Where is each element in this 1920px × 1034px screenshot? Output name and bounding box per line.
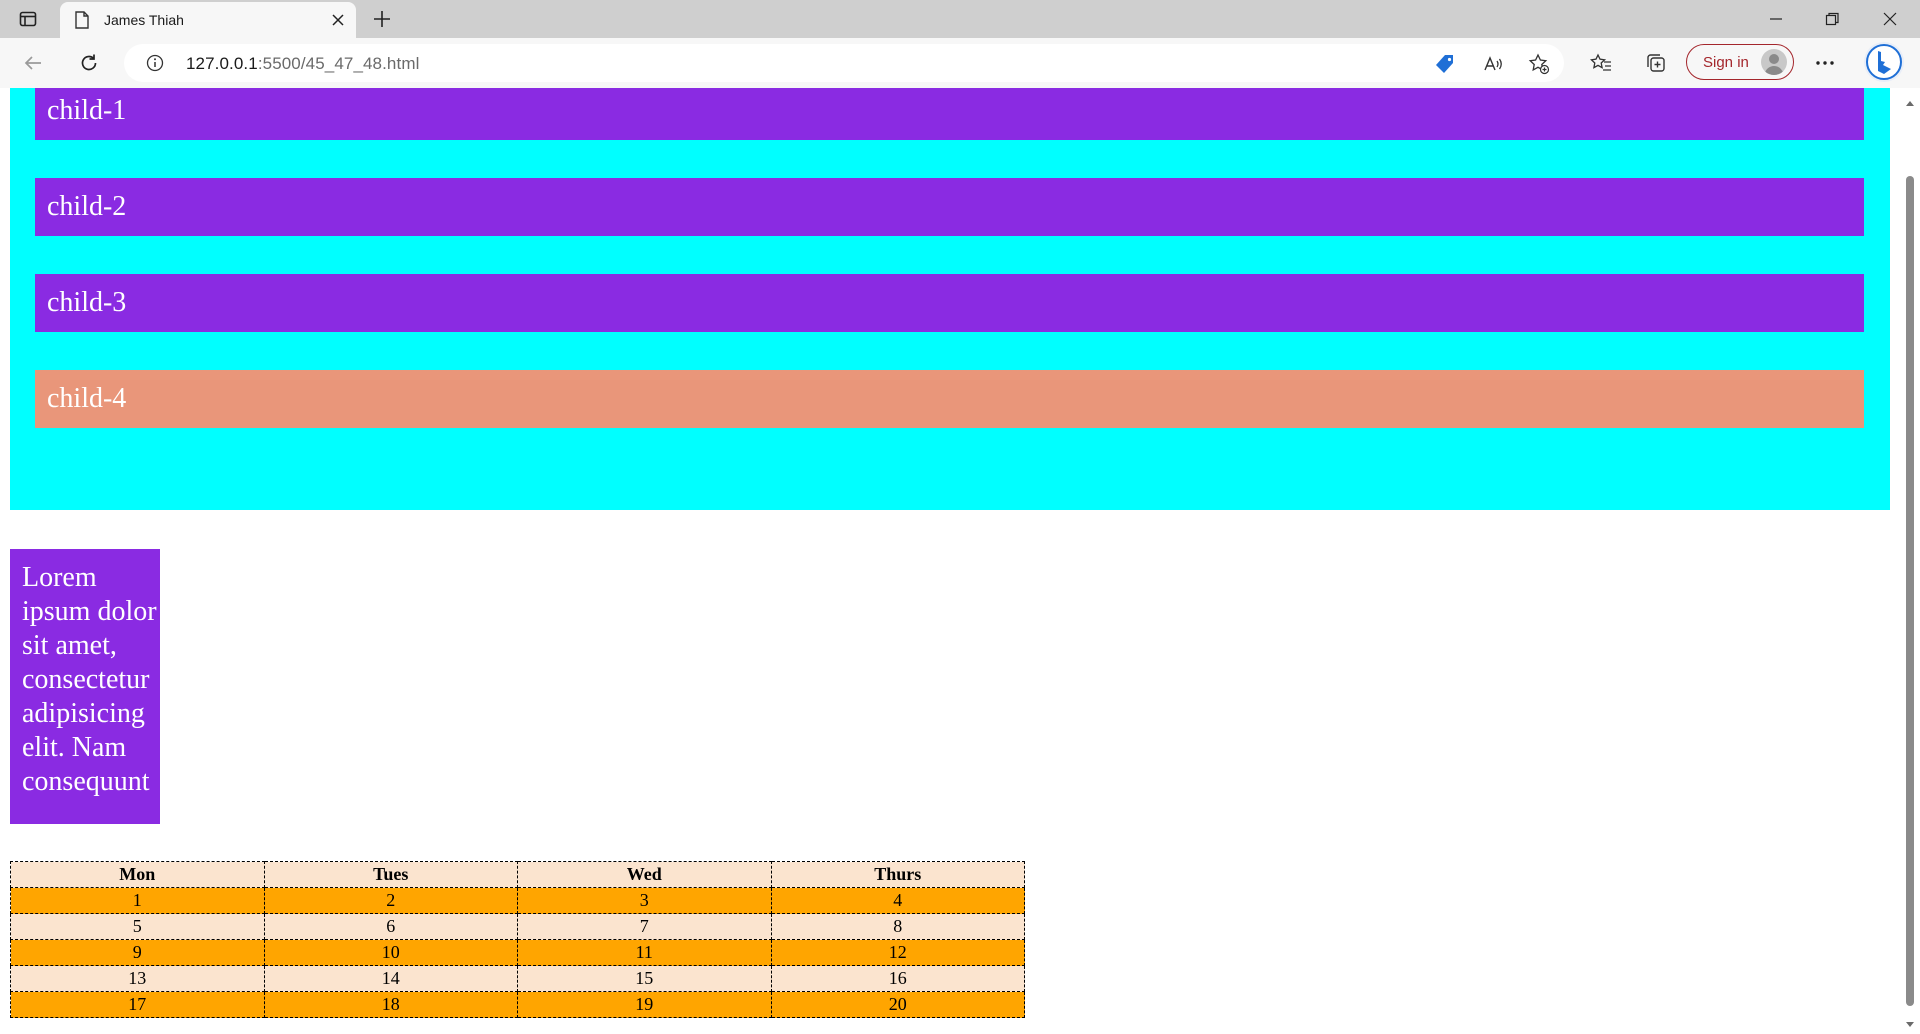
- bing-icon[interactable]: [1864, 42, 1904, 82]
- plus-icon[interactable]: [372, 9, 392, 29]
- back-arrow-icon[interactable]: [22, 52, 44, 74]
- lorem-box: Lorem ipsum dolor sit amet, consectetur …: [10, 549, 160, 824]
- table-cell: 15: [517, 965, 772, 992]
- table-cell: 11: [517, 939, 772, 966]
- reload-icon[interactable]: [78, 52, 100, 74]
- table-cell: 12: [770, 939, 1025, 966]
- table-cell: 8: [770, 913, 1025, 940]
- scrollbar[interactable]: [1900, 88, 1920, 1030]
- child-box-3: child-3: [35, 274, 1864, 332]
- table-row: 5 6 7 8: [10, 913, 1025, 940]
- favorites-icon[interactable]: [1589, 52, 1612, 74]
- url-text: 127.0.0.1:5500/45_47_48.html: [186, 54, 419, 74]
- restore-icon[interactable]: [1822, 9, 1842, 29]
- window-close-icon[interactable]: [1880, 9, 1900, 29]
- sign-in-label: Sign in: [1703, 54, 1749, 71]
- address-bar: 127.0.0.1:5500/45_47_48.html Sign in: [0, 38, 1920, 88]
- tab-title: James Thiah: [104, 12, 184, 28]
- table-header-cell: Thurs: [770, 861, 1025, 888]
- browser-tab[interactable]: James Thiah: [60, 2, 356, 38]
- document-icon: [74, 11, 90, 29]
- table-header-cell: Tues: [263, 861, 518, 888]
- url-field[interactable]: 127.0.0.1:5500/45_47_48.html: [124, 44, 1564, 82]
- avatar: [1761, 49, 1787, 75]
- url-path: :5500/45_47_48.html: [257, 54, 420, 73]
- tab-bar: James Thiah: [0, 0, 1920, 38]
- table-cell: 18: [263, 991, 518, 1018]
- table-cell: 7: [517, 913, 772, 940]
- more-icon[interactable]: [1814, 52, 1836, 74]
- table-row: 17 18 19 20: [10, 991, 1025, 1018]
- table-row: 9 10 11 12: [10, 939, 1025, 966]
- tab-actions-icon[interactable]: [18, 9, 38, 29]
- table-cell: 1: [10, 887, 265, 914]
- table-cell: 9: [10, 939, 265, 966]
- read-aloud-icon[interactable]: [1482, 53, 1504, 75]
- scroll-down-icon[interactable]: [1905, 1016, 1915, 1027]
- collections-icon[interactable]: [1645, 52, 1667, 74]
- table-header-row: Mon Tues Wed Thurs: [10, 861, 1025, 888]
- days-table: Mon Tues Wed Thurs 1 2 3 4 5 6 7 8 9 10: [10, 861, 1025, 1018]
- table-cell: 3: [517, 887, 772, 914]
- table-cell: 10: [263, 939, 518, 966]
- scrollbar-thumb[interactable]: [1906, 176, 1914, 1006]
- table-header-cell: Mon: [10, 861, 265, 888]
- table-cell: 2: [263, 887, 518, 914]
- table-cell: 13: [10, 965, 265, 992]
- table-cell: 14: [263, 965, 518, 992]
- table-row: 1 2 3 4: [10, 887, 1025, 914]
- table-header-cell: Wed: [517, 861, 772, 888]
- table-cell: 19: [517, 991, 772, 1018]
- child-box-4: child-4: [35, 370, 1864, 428]
- table-cell: 4: [770, 887, 1025, 914]
- info-icon[interactable]: [146, 54, 164, 72]
- child-box-1: child-1: [35, 88, 1864, 140]
- sign-in-button[interactable]: Sign in: [1686, 44, 1794, 80]
- shopping-tag-icon[interactable]: [1434, 53, 1456, 75]
- scroll-up-icon[interactable]: [1905, 94, 1915, 106]
- table-cell: 16: [770, 965, 1025, 992]
- page-viewport: child-1 child-2 child-3 child-4 Lorem ip…: [0, 88, 1900, 1030]
- table-cell: 6: [263, 913, 518, 940]
- table-cell: 20: [770, 991, 1025, 1018]
- table-cell: 5: [10, 913, 265, 940]
- add-favorite-icon[interactable]: [1528, 53, 1550, 75]
- parent-container: child-1 child-2 child-3 child-4: [10, 88, 1890, 510]
- minimize-icon[interactable]: [1766, 9, 1786, 29]
- table-cell: 17: [10, 991, 265, 1018]
- close-icon[interactable]: [330, 12, 346, 28]
- url-host: 127.0.0.1: [186, 54, 258, 73]
- table-row: 13 14 15 16: [10, 965, 1025, 992]
- child-box-2: child-2: [35, 178, 1864, 236]
